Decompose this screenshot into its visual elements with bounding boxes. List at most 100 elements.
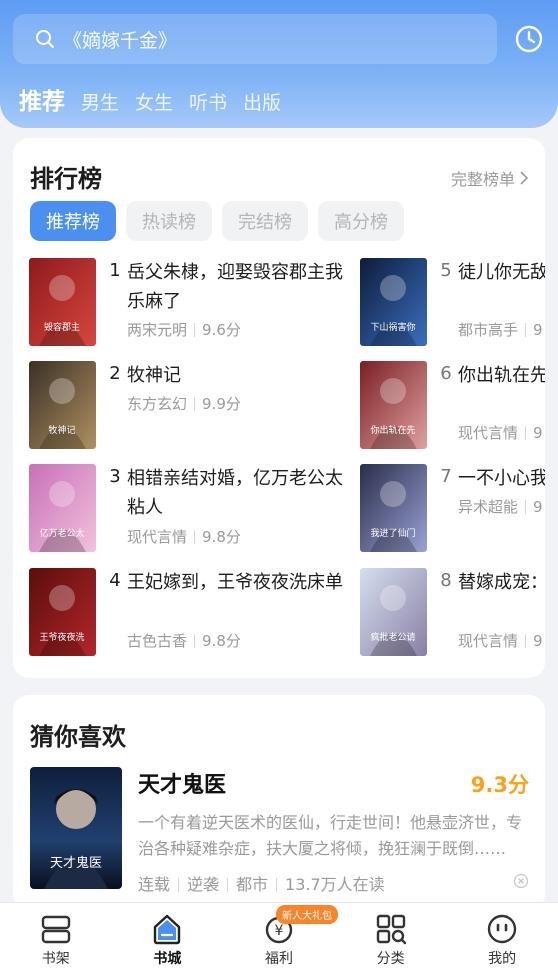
search-bar[interactable]: 《嫡嫁千金》: [13, 14, 497, 64]
chip-finished[interactable]: 完结榜: [222, 201, 308, 241]
book-genre: 两宋元明: [127, 321, 188, 339]
book-score: 9.9分: [202, 395, 241, 413]
svg-text:¥: ¥: [275, 923, 284, 939]
tab-female[interactable]: 女生: [135, 88, 173, 115]
search-icon: [36, 30, 54, 48]
cover-title-art: 你出轨在先: [370, 424, 415, 436]
book-cover: 亿万老公太: [29, 464, 96, 552]
book-cover: 毁容郡主: [29, 258, 96, 346]
book-meta: 现代言情 9: [458, 422, 543, 443]
rank-item-3[interactable]: 亿万老公太 3 相错亲结对婚，亿万老公太粘人 现代言情 9.8分: [29, 464, 359, 554]
chevron-right-icon: [520, 171, 529, 185]
book-status: 连载: [138, 875, 171, 894]
book-score: 9.8分: [202, 528, 241, 546]
nav-label: 福利: [264, 951, 293, 967]
guess-you-like-card: 猜你喜欢 天才鬼医 天才鬼医 9.3分 一个有着逆天医术的医仙，行走世间！他悬壶…: [13, 695, 545, 910]
book-genre: 古色古香: [127, 632, 188, 650]
book-title[interactable]: 天才鬼医: [138, 767, 226, 799]
rank-item-2[interactable]: 牧神记 2 牧神记 东方玄幻 9.9分: [29, 361, 359, 451]
cover-title-art: 我进了仙门: [370, 527, 415, 539]
cover-title-art: 王爷夜夜洗: [39, 631, 84, 643]
book-cover: 疯批老公请: [360, 568, 427, 656]
rank-item-1[interactable]: 毁容郡主 1 岳父朱棣，迎娶毁容郡主我乐麻了 两宋元明 9.6分: [29, 258, 359, 348]
book-title: 岳父朱棣，迎娶毁容郡主我乐麻了: [127, 262, 343, 312]
nav-profile[interactable]: 我的: [446, 903, 558, 974]
dismiss-icon[interactable]: [513, 873, 529, 889]
book-genre: 现代言情: [458, 424, 519, 442]
book-genre: 东方玄幻: [127, 395, 188, 413]
tab-audiobook[interactable]: 听书: [189, 88, 227, 115]
tab-recommend[interactable]: 推荐: [19, 82, 65, 116]
book-meta: 都市高手 9: [458, 319, 543, 340]
book-cover: 我进了仙门: [360, 464, 427, 552]
cover-title-art: 毁容郡主: [44, 321, 80, 333]
full-ranking-link[interactable]: 完整榜单: [451, 166, 529, 190]
cover-title-art: 天才鬼医: [50, 855, 102, 871]
category-icon: [376, 914, 406, 945]
gift-badge: 新人大礼包: [275, 905, 338, 924]
book-score: 9.6分: [202, 321, 241, 339]
rank-number: 4: [109, 570, 121, 591]
rank-number: 7: [440, 466, 452, 487]
guess-title: 猜你喜欢: [30, 723, 126, 751]
tab-male[interactable]: 男生: [81, 88, 119, 115]
chip-hot[interactable]: 热读榜: [126, 201, 212, 241]
nav-welfare[interactable]: 新人大礼包 ¥ 福利: [223, 903, 338, 974]
nav-bookshelf[interactable]: 书架: [0, 903, 112, 974]
book-genre: 现代言情: [458, 632, 519, 650]
book-meta: 现代言情 9.8分: [127, 526, 241, 547]
clock-icon[interactable]: [514, 24, 544, 54]
book-meta: 连载 逆袭 都市 13.7万人在读: [138, 871, 385, 895]
book-cover: 王爷夜夜洗: [29, 568, 96, 656]
ranking-title: 排行榜: [30, 165, 102, 193]
profile-icon: [487, 914, 517, 944]
book-meta: 异术超能 9: [458, 496, 543, 517]
book-genre: 现代言情: [127, 528, 188, 546]
book-score: 9: [533, 424, 543, 442]
book-genre: 都市: [236, 875, 269, 894]
tab-publish[interactable]: 出版: [243, 88, 281, 115]
rank-item-6[interactable]: 你出轨在先 6 你出轨在先，我哭什么 现代言情 9: [360, 361, 545, 451]
nav-label: 书城: [153, 951, 182, 967]
search-placeholder: 《嫡嫁千金》: [63, 29, 178, 52]
rank-item-8[interactable]: 疯批老公请 8 替嫁成宠：疯批老公请排号 现代言情 9: [360, 568, 545, 658]
rank-number: 5: [440, 260, 452, 281]
book-genre: 都市高手: [458, 321, 519, 339]
rank-number: 2: [109, 363, 121, 384]
chip-recommend[interactable]: 推荐榜: [30, 201, 116, 241]
rank-item-7[interactable]: 我进了仙门 7 一不小心我进了 异术超能 9: [360, 464, 545, 554]
book-description: 一个有着逆天医术的医仙，行走世间！他悬壶济世，专治各种疑难杂症，扶大厦之将倾，挽…: [138, 813, 523, 858]
book-meta: 现代言情 9: [458, 630, 543, 651]
cover-title-art: 亿万老公太: [39, 527, 84, 539]
book-meta: 古色古香 9.8分: [127, 630, 241, 651]
nav-label: 我的: [488, 951, 517, 967]
rank-number: 8: [440, 570, 452, 591]
nav-bookstore[interactable]: 书城: [112, 903, 224, 974]
book-cover: 牧神记: [29, 361, 96, 449]
bookstore-icon: [154, 914, 181, 945]
book-title: 牧神记: [127, 365, 181, 386]
channel-tabs: 推荐 男生 女生 听书 出版: [19, 82, 281, 116]
ranking-chips: 推荐榜 热读榜 完结榜 高分榜: [30, 201, 404, 241]
book-meta: 东方玄幻 9.9分: [127, 393, 241, 414]
book-title: 一不小心我进了: [458, 468, 545, 489]
rank-item-4[interactable]: 王爷夜夜洗 4 王妃嫁到，王爷夜夜洗床单 古色古香 9.8分: [29, 568, 359, 658]
book-title: 相错亲结对婚，亿万老公太粘人: [127, 468, 343, 518]
rank-item-5[interactable]: 下山祸害你 5 徒儿你无敌了，你未婚妻吧 都市高手 9: [360, 258, 545, 348]
book-score: 9.3分: [470, 773, 529, 797]
book-score: 9: [533, 321, 543, 339]
book-score: 9: [533, 498, 543, 516]
nav-category[interactable]: 分类: [335, 903, 447, 974]
book-meta: 两宋元明 9.6分: [127, 319, 241, 340]
book-cover: 下山祸害你: [360, 258, 427, 346]
bookshelf-icon: [41, 915, 70, 944]
full-ranking-label: 完整榜单: [450, 170, 515, 189]
chip-high-score[interactable]: 高分榜: [318, 201, 404, 241]
book-cover[interactable]: 天才鬼医: [30, 767, 122, 889]
nav-label: 书架: [41, 951, 70, 967]
rank-number: 3: [109, 466, 121, 487]
book-title: 徒儿你无敌了，你未婚妻吧: [458, 262, 545, 283]
book-readers: 13.7万人在读: [285, 875, 385, 894]
book-title: 你出轨在先，我哭什么: [458, 365, 545, 386]
book-title: 王妃嫁到，王爷夜夜洗床单: [127, 572, 343, 593]
